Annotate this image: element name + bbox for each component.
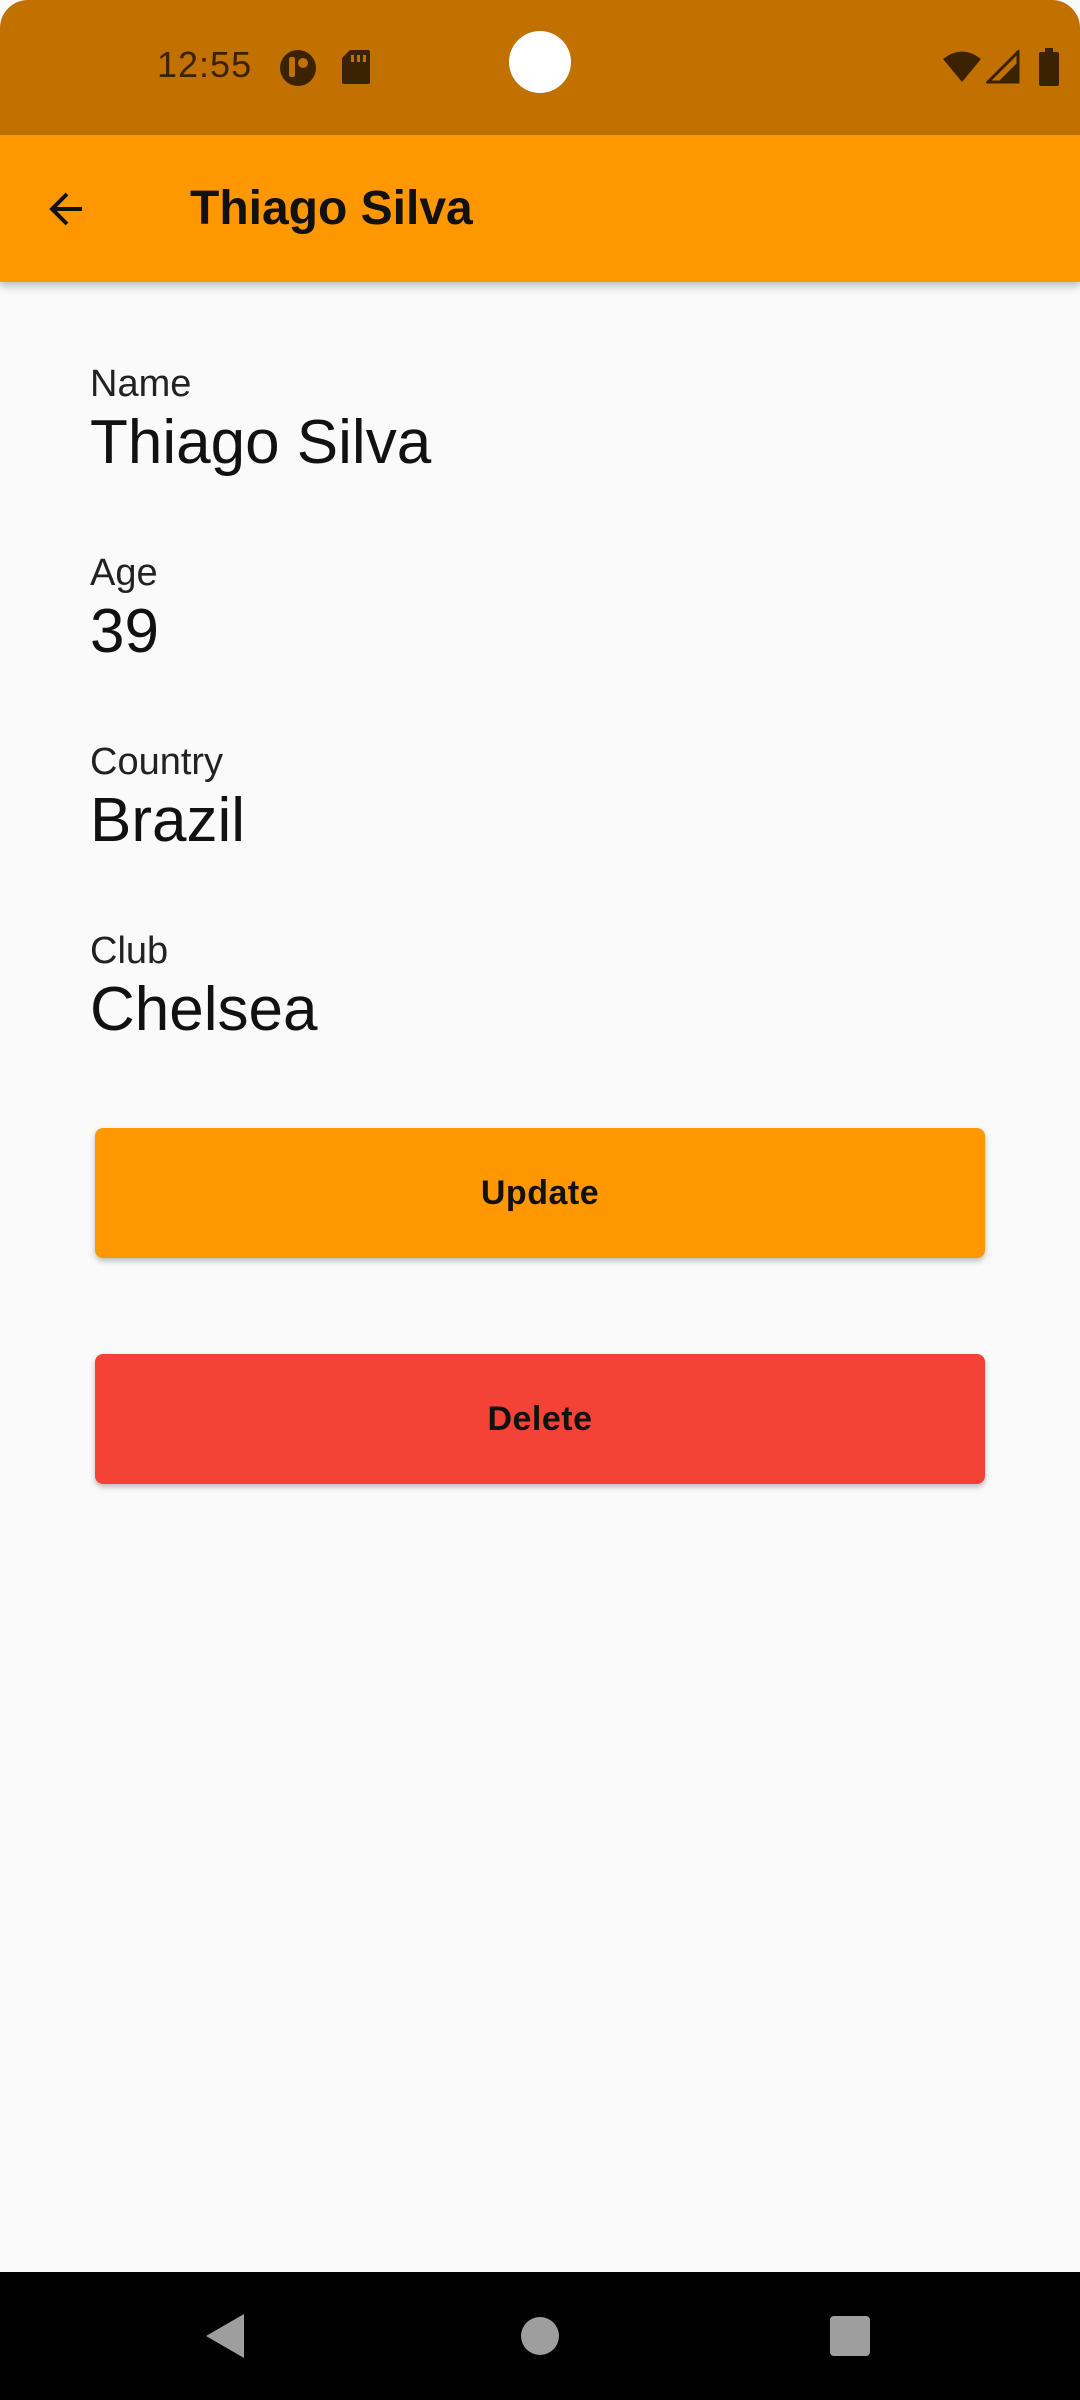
nav-back-button[interactable]	[194, 2304, 258, 2368]
country-field: Country Brazil	[90, 740, 245, 856]
nav-home-icon	[521, 2317, 559, 2355]
country-value: Brazil	[90, 786, 246, 855]
update-button[interactable]: Update	[95, 1128, 985, 1258]
status-time: 12:55	[157, 44, 253, 85]
wifi-icon	[942, 50, 982, 89]
screen: 12:55 Thiago Silva Name Thiago Silva Age…	[0, 0, 1080, 2400]
notification-app-icon	[278, 48, 318, 93]
club-value: Chelsea	[90, 975, 318, 1044]
navigation-bar	[0, 2272, 1080, 2400]
country-label: Country	[90, 741, 224, 783]
app-bar: Thiago Silva	[0, 135, 1080, 282]
age-label: Age	[90, 552, 158, 594]
club-label: Club	[90, 930, 169, 972]
battery-icon	[1038, 48, 1060, 91]
nav-home-button[interactable]	[508, 2304, 572, 2368]
club-field: Club Chelsea	[90, 929, 317, 1045]
camera-cutout	[509, 31, 571, 93]
nav-recents-icon	[830, 2316, 870, 2356]
sd-card-icon	[340, 48, 372, 91]
age-field: Age 39	[90, 551, 159, 667]
page-title: Thiago Silva	[190, 182, 473, 235]
nav-recents-button[interactable]	[818, 2304, 882, 2368]
age-value: 39	[90, 597, 159, 666]
nav-back-icon	[206, 2314, 244, 2358]
back-button[interactable]	[30, 173, 102, 245]
name-field: Name Thiago Silva	[90, 362, 431, 478]
cell-signal-icon	[984, 48, 1020, 89]
name-label: Name	[90, 363, 192, 405]
arrow-back-icon	[49, 192, 82, 226]
name-value: Thiago Silva	[90, 408, 432, 477]
delete-button[interactable]: Delete	[95, 1354, 985, 1484]
status-bar: 12:55	[0, 0, 1080, 135]
